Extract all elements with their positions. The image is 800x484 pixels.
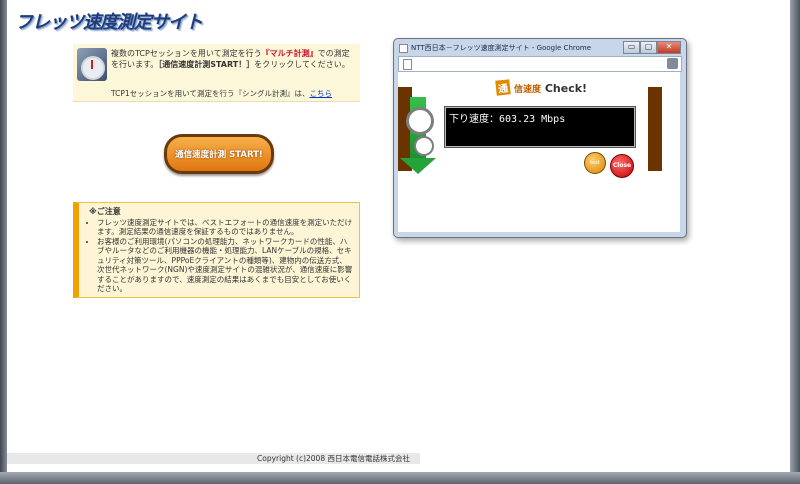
single-measure-line: TCP1セッションを用いて測定を行う『シングル計測』は、こちら [111,88,332,99]
window-controls: ▭ ▢ ✕ [623,41,681,54]
minimize-button[interactable]: ▭ [623,41,640,54]
stopwatch-icon [77,48,107,81]
info-box: 複数のTCPセッションを用いて測定を行う『マルチ計測』での測定を行います。［通信… [73,44,360,102]
popup-title-text: NTT西日本－フレッツ速度測定サイト - Google Chrome [411,44,592,52]
caution-item: お客様のご利用環境(パソコンの処理能力、ネットワークカードの性能、ハブやルータな… [97,237,353,294]
single-text: TCP1セッションを用いて測定を行う『シングル計測』は、 [111,89,310,98]
window-frame-right [790,0,800,484]
info-text: 複数のTCPセッションを用いて測定を行う『マルチ計測』での測定を行います。［通信… [111,48,357,70]
info-text-before: 複数のTCPセッションを用いて測定を行う [111,49,262,58]
check-title: 通信速度 Check! [495,79,588,96]
window-frame-bottom [0,472,800,484]
stopwatch-icon [406,107,434,135]
start-measure-button[interactable]: 通信速度計測 START! [164,134,274,174]
close-window-button[interactable]: ✕ [657,41,681,54]
arrow-head-icon [400,158,436,174]
caution-box: ※ご注意 フレッツ速度測定サイトでは、ベストエフォートの通信速度を測定いただけま… [73,202,360,298]
copyright-text: Copyright (c)2008 西日本電信電話株式会社 [257,454,410,463]
window-frame-left [0,0,7,484]
right-panel-bar [648,87,662,171]
site-logo: フレッツ速度測定サイト [15,12,203,33]
close-button[interactable]: Close [610,154,634,178]
check-mark: 通 [495,79,511,96]
test-button[interactable]: test [584,152,606,174]
popup-title: NTT西日本－フレッツ速度測定サイト - Google Chrome [399,43,591,53]
check-jp: 信速度 [514,85,542,95]
page-icon [403,59,412,70]
caution-title: ※ご注意 [89,207,121,216]
address-bar[interactable] [398,56,682,72]
speed-display: 下り速度：603.23 Mbps [444,106,636,148]
speed-popup-window[interactable]: NTT西日本－フレッツ速度測定サイト - Google Chrome ▭ ▢ ✕… [393,38,687,238]
footer: Copyright (c)2008 西日本電信電話株式会社 [7,453,420,464]
check-en: Check! [544,82,588,95]
single-measure-link[interactable]: こちら [309,89,332,98]
page-favicon-icon [399,43,408,53]
wrench-icon[interactable] [667,58,678,69]
multi-label: 『マルチ計測』 [261,49,318,58]
stopwatch-small-icon [414,136,434,156]
speed-result-text: 下り速度：603.23 Mbps [449,114,566,125]
info-text-after: をクリックしてください。 [254,60,350,69]
maximize-button[interactable]: ▢ [640,41,657,54]
start-quote: ［通信速度計測START！］ [158,60,255,69]
caution-item: フレッツ速度測定サイトでは、ベストエフォートの通信速度を測定いただけます。測定結… [97,218,353,237]
popup-body: 通信速度 Check! 下り速度：603.23 Mbps test Close [398,72,680,232]
